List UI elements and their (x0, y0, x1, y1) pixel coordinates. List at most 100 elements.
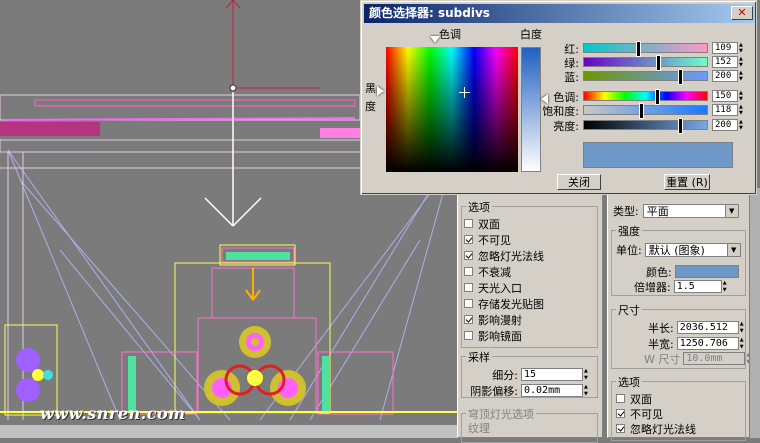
channel-value-input[interactable]: 118 (712, 104, 738, 116)
option-checkbox[interactable] (464, 235, 473, 244)
hue-pointer-icon[interactable] (430, 36, 440, 43)
channel-slider-thumb[interactable] (678, 118, 683, 134)
multiplier-row: 倍增器: 1.5 ▲ ▼ (634, 279, 730, 294)
multiplier-label: 倍增器: (634, 280, 671, 294)
subdivs-label: 细分: (492, 368, 518, 382)
channel-value-spinner[interactable]: ▲ ▼ (739, 90, 745, 102)
blackness-label-1: 黑 (365, 82, 376, 95)
right-option-checkbox-row[interactable]: 忽略灯光法线 (616, 421, 696, 436)
channel-slider[interactable] (583, 41, 708, 57)
channel-value-input[interactable]: 150 (712, 90, 738, 102)
options-group-title: 选项 (466, 199, 492, 215)
units-row: 单位: 默认 (图象) ▼ (616, 242, 741, 257)
option-checkbox-label: 不可见 (478, 233, 511, 247)
shadow-bias-spinner[interactable]: ▲ ▼ (584, 384, 591, 397)
subdivs-input[interactable]: 15 (521, 368, 583, 381)
right-option-checkbox-row[interactable]: 不可见 (616, 406, 663, 421)
type-dropdown[interactable]: 平面 ▼ (642, 203, 739, 218)
option-checkbox-label: 影响漫射 (478, 313, 522, 327)
half-width-spinner[interactable]: ▲ ▼ (740, 337, 747, 350)
units-value: 默认 (图象) (648, 243, 705, 257)
light-color-swatch[interactable] (674, 265, 739, 278)
option-checkbox-row[interactable]: 不衰减 (464, 264, 511, 279)
reset-button[interactable]: 重置 (R) (664, 174, 710, 190)
close-button[interactable]: 关闭 (557, 174, 601, 190)
option-checkbox-row[interactable]: 存储发光贴图 (464, 296, 544, 311)
color-preview-swatch (583, 142, 733, 168)
channel-slider[interactable] (583, 55, 708, 71)
option-checkbox-row[interactable]: 忽略灯光法线 (464, 248, 544, 263)
channel-value-input[interactable]: 200 (712, 70, 738, 82)
option-checkbox-label: 忽略灯光法线 (478, 249, 544, 263)
whiteness-bar[interactable] (521, 47, 541, 172)
channel-slider-thumb[interactable] (656, 55, 661, 71)
half-width-input[interactable]: 1250.706 (676, 337, 739, 350)
option-checkbox-row[interactable]: 影响漫射 (464, 312, 522, 327)
dialog-title-bar[interactable]: 颜色选择器: subdivs ✕ (364, 4, 755, 23)
channel-value-spinner[interactable]: ▲ ▼ (739, 42, 745, 54)
channel-slider-thumb[interactable] (636, 41, 641, 57)
type-value: 平面 (646, 204, 669, 218)
right-option-checkbox-label: 双面 (630, 392, 652, 406)
option-checkbox[interactable] (464, 299, 473, 308)
right-option-checkbox[interactable] (616, 409, 625, 418)
channel-slider-thumb[interactable] (639, 103, 644, 119)
whiteness-label: 白度 (520, 28, 542, 41)
chevron-down-icon: ▼ (724, 204, 738, 217)
channel-value-spinner[interactable]: ▲ ▼ (739, 119, 745, 131)
half-length-spinner[interactable]: ▲ ▼ (740, 321, 747, 334)
subdivs-spinner[interactable]: ▲ ▼ (584, 368, 591, 381)
type-label: 类型: (613, 204, 639, 218)
right-option-checkbox-row[interactable]: 双面 (616, 391, 652, 406)
subdivs-row: 细分: 15 ▲ ▼ (480, 367, 591, 382)
option-checkbox[interactable] (464, 267, 473, 276)
channel-slider[interactable] (583, 69, 708, 85)
blackness-pointer-icon[interactable] (377, 86, 384, 96)
option-checkbox-row[interactable]: 不可见 (464, 232, 511, 247)
right-option-checkbox-label: 忽略灯光法线 (630, 422, 696, 436)
option-checkbox-row[interactable]: 双面 (464, 216, 500, 231)
hue-saturation-field[interactable] (386, 47, 518, 172)
color-selector-dialog: 颜色选择器: subdivs ✕ 色调 白度 黑 度 关闭 重置 (R) 红: 1… (360, 0, 757, 195)
option-checkbox-row[interactable]: 天光入口 (464, 280, 522, 295)
channel-label: 饱和度: (542, 105, 579, 118)
half-width-row: 半宽: 1250.706 ▲ ▼ (648, 336, 747, 351)
channel-value-input[interactable]: 109 (712, 42, 738, 54)
multiplier-input[interactable]: 1.5 (673, 280, 722, 293)
right-option-checkbox[interactable] (616, 394, 625, 403)
multiplier-spinner[interactable]: ▲ ▼ (723, 280, 730, 293)
shadow-bias-row: 阴影偏移: 0.02mm ▲ ▼ (462, 383, 591, 398)
close-icon[interactable]: ✕ (731, 6, 753, 20)
blackness-label-2: 度 (365, 100, 376, 113)
channel-label: 蓝: (564, 71, 579, 84)
option-checkbox[interactable] (464, 283, 473, 292)
option-checkbox[interactable] (464, 331, 473, 340)
texture-label: 纹理 (468, 421, 490, 435)
option-checkbox-label: 天光入口 (478, 281, 522, 295)
channel-slider[interactable] (583, 118, 708, 134)
channel-value-spinner[interactable]: ▲ ▼ (739, 104, 745, 116)
channel-value-input[interactable]: 200 (712, 119, 738, 131)
channel-value-spinner[interactable]: ▲ ▼ (739, 56, 745, 68)
option-checkbox[interactable] (464, 219, 473, 228)
option-checkbox[interactable] (464, 315, 473, 324)
channel-value-spinner[interactable]: ▲ ▼ (739, 70, 745, 82)
right-option-checkbox[interactable] (616, 424, 625, 433)
right-option-checkbox-label: 不可见 (630, 407, 663, 421)
intensity-group-title: 强度 (616, 223, 642, 239)
color-row: 颜色: (646, 264, 739, 279)
channel-value-input[interactable]: 152 (712, 56, 738, 68)
half-length-input[interactable]: 2036.512 (676, 321, 739, 334)
half-width-label: 半宽: (648, 337, 674, 351)
type-row: 类型: 平面 ▼ (613, 203, 739, 218)
option-checkbox[interactable] (464, 251, 473, 260)
channel-slider[interactable] (583, 103, 708, 119)
light-parameters-panel: 类型: 平面 ▼ 强度 单位: 默认 (图象) ▼ 颜色: 倍增器: 1.5 ▲… (607, 188, 750, 441)
channel-slider-thumb[interactable] (678, 69, 683, 85)
channel-slider[interactable] (583, 89, 708, 105)
option-checkbox-row[interactable]: 影响镜面 (464, 328, 522, 343)
units-dropdown[interactable]: 默认 (图象) ▼ (644, 242, 741, 257)
channel-slider-thumb[interactable] (655, 89, 660, 105)
shadow-bias-input[interactable]: 0.02mm (521, 384, 583, 397)
panel-scrollbar[interactable] (750, 188, 760, 438)
